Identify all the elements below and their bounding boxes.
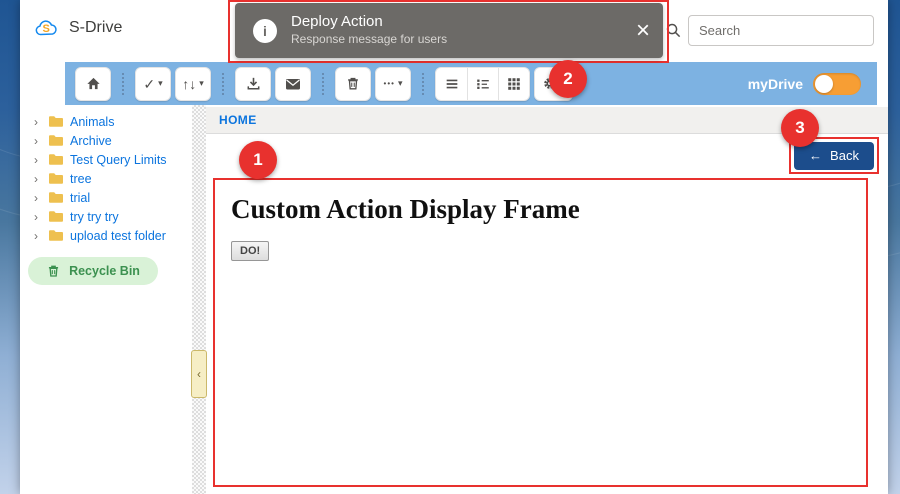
annotation-circle-1: 1 bbox=[239, 141, 277, 179]
close-icon[interactable]: × bbox=[636, 19, 650, 43]
do-button[interactable]: DO! bbox=[231, 241, 269, 261]
ellipsis-icon: ••• bbox=[384, 80, 395, 88]
toolbar-separator bbox=[422, 73, 424, 95]
select-dropdown-button[interactable]: ✓ ▾ bbox=[135, 67, 171, 101]
email-button[interactable] bbox=[275, 67, 311, 101]
folder-tree-sidebar: › Animals › Archive › Test Query Limits … bbox=[20, 105, 192, 494]
delete-button[interactable] bbox=[335, 67, 371, 101]
cloud-logo-icon: S bbox=[34, 18, 60, 38]
sidebar-item-upload-test-folder[interactable]: › upload test folder bbox=[20, 226, 192, 245]
folder-icon bbox=[48, 229, 64, 242]
search-input[interactable] bbox=[688, 15, 874, 46]
app-logo: S S-Drive bbox=[34, 18, 122, 38]
sidebar-item-trial[interactable]: › trial bbox=[20, 188, 192, 207]
chevron-right-icon: › bbox=[34, 230, 42, 242]
home-button[interactable] bbox=[75, 67, 111, 101]
chevron-right-icon: › bbox=[34, 173, 42, 185]
search-area bbox=[665, 15, 874, 46]
chevron-down-icon: ▾ bbox=[199, 79, 204, 88]
chevron-right-icon: › bbox=[34, 192, 42, 204]
detail-view-button[interactable] bbox=[467, 68, 498, 100]
check-icon: ✓ bbox=[143, 77, 155, 91]
trash-icon bbox=[345, 75, 361, 92]
chevron-right-icon: › bbox=[34, 116, 42, 128]
mydrive-control: myDrive bbox=[748, 73, 869, 95]
list-view-button[interactable] bbox=[436, 68, 467, 100]
sort-icon: ↑↓ bbox=[182, 77, 196, 91]
folder-label: try try try bbox=[70, 210, 119, 224]
envelope-icon bbox=[284, 76, 302, 92]
folder-icon bbox=[48, 172, 64, 185]
chevron-right-icon: › bbox=[34, 211, 42, 223]
list-detail-icon bbox=[475, 76, 491, 92]
folder-label: trial bbox=[70, 191, 90, 205]
folder-icon bbox=[48, 191, 64, 204]
sidebar-item-archive[interactable]: › Archive bbox=[20, 131, 192, 150]
chevron-right-icon: › bbox=[34, 154, 42, 166]
home-icon bbox=[85, 75, 102, 92]
folder-icon bbox=[48, 115, 64, 128]
toast-message: Response message for users bbox=[291, 32, 447, 48]
info-icon: i bbox=[253, 19, 277, 43]
toolbar-separator bbox=[222, 73, 224, 95]
chevron-left-icon: ‹ bbox=[197, 367, 201, 381]
annotation-circle-3: 3 bbox=[781, 109, 819, 147]
svg-text:S: S bbox=[43, 23, 50, 35]
recycle-bin-button[interactable]: Recycle Bin bbox=[28, 257, 158, 285]
folder-icon bbox=[48, 210, 64, 223]
app-title: S-Drive bbox=[69, 19, 122, 37]
recycle-bin-label: Recycle Bin bbox=[69, 264, 140, 278]
sidebar-item-animals[interactable]: › Animals bbox=[20, 112, 192, 131]
custom-action-frame: Custom Action Display Frame DO! bbox=[213, 178, 868, 487]
folder-label: Test Query Limits bbox=[70, 153, 167, 167]
chevron-down-icon: ▾ bbox=[398, 79, 403, 88]
folder-icon bbox=[48, 153, 64, 166]
sidebar-resize-divider[interactable] bbox=[192, 105, 206, 494]
app-window: S S-Drive bbox=[20, 0, 888, 494]
folder-label: tree bbox=[70, 172, 92, 186]
grid-icon bbox=[506, 76, 522, 92]
folder-label: Archive bbox=[70, 134, 112, 148]
annotation-circle-2: 2 bbox=[549, 60, 587, 98]
toolbar-separator bbox=[122, 73, 124, 95]
back-arrow-icon: ← bbox=[809, 148, 822, 163]
sidebar-collapse-handle[interactable]: ‹ bbox=[191, 350, 207, 398]
sidebar-item-try-try-try[interactable]: › try try try bbox=[20, 207, 192, 226]
sort-dropdown-button[interactable]: ↑↓ ▾ bbox=[175, 67, 211, 101]
more-actions-button[interactable]: ••• ▾ bbox=[375, 67, 411, 101]
download-button[interactable] bbox=[235, 67, 271, 101]
view-switcher bbox=[435, 67, 530, 101]
toast-notification: i Deploy Action Response message for use… bbox=[235, 3, 663, 58]
folder-icon bbox=[48, 134, 64, 147]
toast-title: Deploy Action bbox=[291, 13, 447, 32]
chevron-down-icon: ▾ bbox=[158, 79, 163, 88]
desktop-background: S S-Drive bbox=[0, 0, 900, 494]
toggle-knob bbox=[815, 75, 833, 93]
toolbar: ✓ ▾ ↑↓ ▾ bbox=[65, 62, 877, 105]
download-icon bbox=[245, 75, 262, 92]
mydrive-toggle[interactable] bbox=[813, 73, 861, 95]
frame-title: Custom Action Display Frame bbox=[231, 194, 866, 225]
chevron-right-icon: › bbox=[34, 135, 42, 147]
justify-icon bbox=[444, 76, 460, 92]
trash-icon bbox=[46, 263, 61, 279]
sidebar-item-tree[interactable]: › tree bbox=[20, 169, 192, 188]
breadcrumb-home-link[interactable]: HOME bbox=[219, 113, 257, 127]
folder-label: upload test folder bbox=[70, 229, 166, 243]
grid-view-button[interactable] bbox=[498, 68, 529, 100]
toolbar-separator bbox=[322, 73, 324, 95]
back-button-label: Back bbox=[830, 148, 859, 163]
main-content: HOME ← Back Custom Action Display Frame … bbox=[206, 105, 888, 494]
folder-label: Animals bbox=[70, 115, 114, 129]
toast-text: Deploy Action Response message for users bbox=[291, 13, 447, 47]
mydrive-label: myDrive bbox=[748, 76, 803, 92]
sidebar-item-test-query-limits[interactable]: › Test Query Limits bbox=[20, 150, 192, 169]
